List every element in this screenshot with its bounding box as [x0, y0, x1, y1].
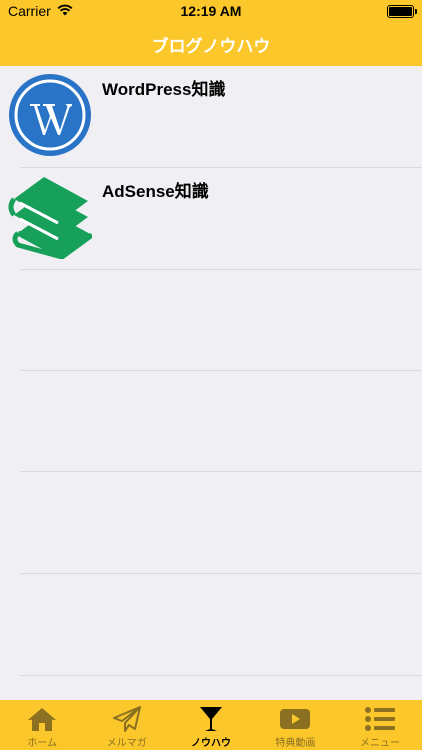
- page-title: ブログノウハウ: [151, 36, 271, 56]
- tab-label: ホーム: [27, 738, 58, 749]
- tab-bar: ホーム メルマガ ノウハウ 特典動画 メニュー: [0, 700, 422, 750]
- list-menu-icon: [364, 705, 396, 733]
- paper-plane-icon: [111, 705, 143, 733]
- row-separator: [20, 573, 422, 574]
- tab-menu[interactable]: メニュー: [338, 700, 422, 750]
- battery-icon: [387, 5, 417, 18]
- row-separator: [20, 675, 422, 676]
- knowhow-list: WordPress知識 AdSense知識: [0, 66, 422, 700]
- navigation-bar: ブログノウハウ: [0, 22, 422, 66]
- tab-label: メルマガ: [106, 738, 147, 749]
- row-separator: [20, 269, 422, 270]
- play-video-icon: [279, 705, 311, 733]
- list-item-label: WordPress知識: [102, 80, 226, 99]
- status-bar: Carrier 12:19 AM: [0, 0, 422, 22]
- tab-bonus-video[interactable]: 特典動画: [253, 700, 337, 750]
- tab-home[interactable]: ホーム: [0, 700, 84, 750]
- home-icon: [26, 705, 58, 733]
- tab-label: 特典動画: [275, 738, 316, 749]
- list-item-adsense[interactable]: AdSense知識: [0, 168, 422, 269]
- status-time: 12:19 AM: [180, 3, 242, 19]
- list-item-wordpress[interactable]: WordPress知識: [0, 66, 422, 167]
- row-separator: [20, 471, 422, 472]
- list-item-label: AdSense知識: [102, 182, 209, 201]
- books-icon: [8, 175, 94, 260]
- tab-label: メニュー: [359, 738, 400, 749]
- row-separator: [20, 370, 422, 371]
- tab-mailmag[interactable]: メルマガ: [84, 700, 168, 750]
- wordpress-logo-icon: [8, 73, 92, 157]
- tab-label: ノウハウ: [191, 738, 232, 749]
- tab-knowhow[interactable]: ノウハウ: [169, 700, 253, 750]
- cocktail-glass-icon: [195, 705, 227, 733]
